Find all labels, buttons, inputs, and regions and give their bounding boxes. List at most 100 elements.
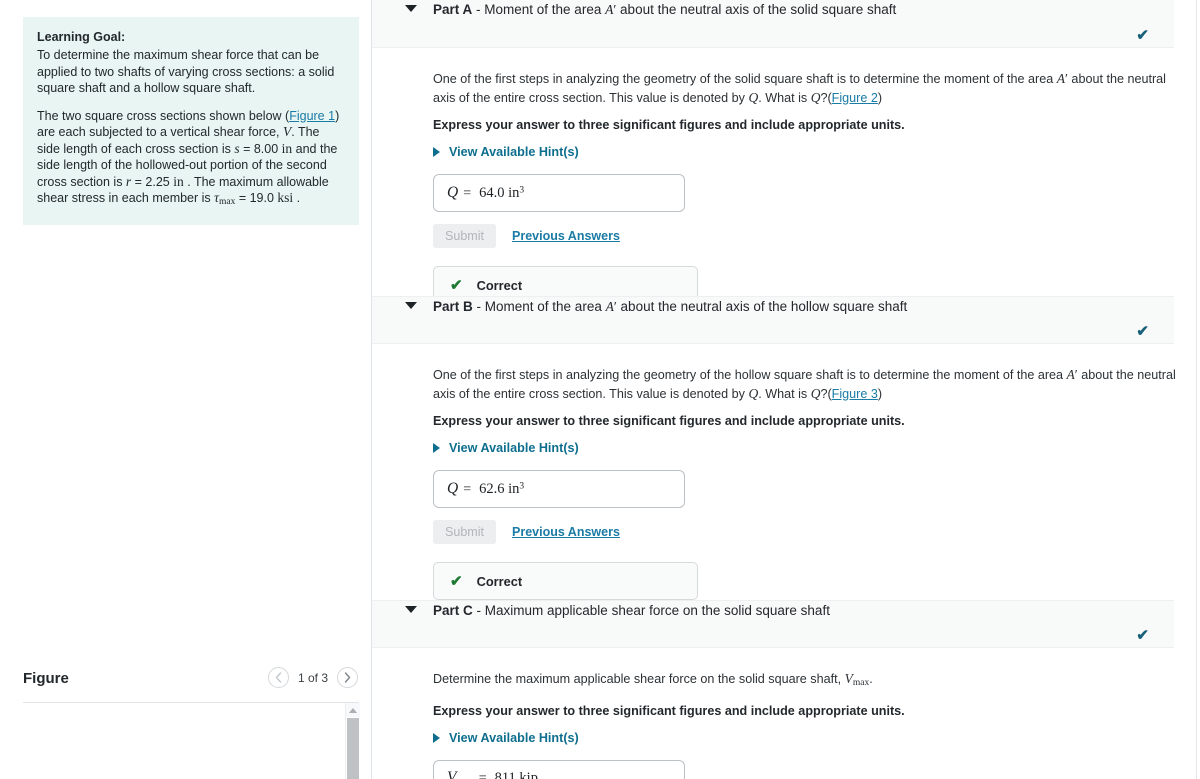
part-a-answer-input[interactable]: Q = 64.0 in3: [433, 174, 685, 212]
goal-symbol-V: V: [282, 124, 292, 139]
part-c-instruction: Express your answer to three significant…: [433, 703, 905, 718]
part-b-header[interactable]: Part B - Moment of the area A′ about the…: [372, 296, 1174, 344]
part-b-title: Part B - Moment of the area A′ about the…: [433, 298, 907, 316]
figure-navigation: 1 of 3: [267, 667, 358, 688]
part-c-body: Determine the maximum applicable shear f…: [372, 648, 1174, 779]
part-b-symbol-A: A: [605, 299, 614, 314]
pa-symbol-Q-1: Q: [748, 89, 759, 105]
part-b-section: Part B - Moment of the area A′ about the…: [372, 296, 1176, 600]
part-b-instruction: Express your answer to three significant…: [433, 414, 905, 428]
goal-p2-text-a: The two square cross sections shown belo…: [37, 108, 290, 123]
part-a-status-check-icon: ✔: [1136, 27, 1149, 44]
pa-q-e: ): [877, 90, 883, 105]
part-a-answer-exponent: 3: [519, 185, 525, 196]
part-c-hint-toggle[interactable]: View Available Hint(s): [433, 731, 579, 745]
caret-down-icon[interactable]: [405, 606, 417, 613]
figure-scrollbar-thumb[interactable]: [347, 718, 359, 779]
part-c-title-text-a: Maximum applicable shear force on the so…: [484, 603, 830, 618]
part-a-submit-button[interactable]: Submit: [433, 224, 496, 248]
part-a-hint-toggle[interactable]: View Available Hint(s): [433, 145, 579, 159]
pa-q-d: ?(: [820, 90, 832, 105]
chevron-left-icon: [275, 672, 282, 683]
part-b-answer-content: Q = 62.6 in3: [447, 480, 524, 498]
figure-scrollbar[interactable]: [345, 703, 360, 779]
part-c-hint-label: View Available Hint(s): [449, 730, 579, 745]
part-a-instruction: Express your answer to three significant…: [433, 118, 905, 132]
learning-goal-title: Learning Goal:: [37, 30, 126, 44]
pb-q-e: ): [877, 386, 883, 401]
problem-page: Learning Goal: To determine the maximum …: [0, 0, 1200, 779]
part-a-answer-equals: =: [463, 186, 472, 201]
part-c-answer-value: 811 kip: [494, 770, 538, 779]
part-c-status-check-icon: ✔: [1136, 627, 1149, 644]
pb-symbol-Q-1: Q: [748, 385, 759, 401]
goal-p2-text-i: .: [293, 191, 301, 205]
figure-next-button[interactable]: [337, 667, 358, 688]
pb-q-d: ?(: [820, 386, 832, 401]
goal-p2-text-h: = 19.0: [235, 191, 278, 205]
part-c-answer-equals: =: [478, 771, 487, 779]
part-b-hint-toggle[interactable]: View Available Hint(s): [433, 441, 579, 455]
part-b-label: Part B: [433, 299, 473, 314]
part-c-answer-content: Vmax=811 kip: [447, 769, 538, 779]
part-b-title-text-b: about the neutral axis of the hollow squ…: [616, 299, 908, 314]
caret-down-icon[interactable]: [405, 302, 417, 309]
part-c-answer-input[interactable]: Vmax=811 kip: [433, 759, 685, 779]
part-a-section: Part A - Moment of the area A′ about the…: [372, 0, 1174, 304]
part-b-title-text-a: Moment of the area: [484, 299, 606, 314]
part-b-body: One of the first steps in analyzing the …: [372, 344, 1176, 600]
learning-goal-paragraph-2: The two square cross sections shown belo…: [37, 108, 345, 211]
part-c-dash: -: [472, 603, 485, 618]
figure-header-bar: Figure 1 of 3: [23, 665, 359, 701]
part-b-hint-label: View Available Hint(s): [449, 441, 579, 455]
left-panel: Learning Goal: To determine the maximum …: [0, 0, 372, 779]
correct-check-icon: ✔: [450, 572, 463, 590]
figure-prev-button[interactable]: [267, 667, 289, 688]
chevron-right-icon: [344, 672, 351, 683]
correct-check-icon: ✔: [450, 276, 463, 294]
pb-symbol-A: A: [1066, 367, 1075, 382]
goal-unit-in-2: in: [173, 173, 184, 189]
pc-q-a: Determine the maximum applicable shear f…: [433, 672, 845, 686]
part-a-hint-label: View Available Hint(s): [449, 145, 579, 159]
part-a-answer-value: 64.0 in: [479, 185, 520, 201]
pa-symbol-Q-2: Q: [810, 89, 821, 105]
pa-symbol-A: A: [1056, 71, 1065, 86]
learning-goal-paragraph-1: To determine the maximum shear force tha…: [37, 48, 335, 95]
pb-q-c: . What is: [758, 386, 811, 401]
part-a-label: Part A: [433, 2, 473, 17]
part-a-previous-answers-link[interactable]: Previous Answers: [512, 229, 620, 243]
part-a-dash: -: [472, 2, 485, 17]
pb-q-a: One of the first steps in analyzing the …: [433, 368, 1067, 382]
caret-down-icon[interactable]: [405, 5, 417, 12]
part-a-question-text: One of the first steps in analyzing the …: [433, 48, 1178, 107]
part-c-section: Part C - Maximum applicable shear force …: [372, 600, 1174, 779]
goal-symbol-tau-subscript: max: [219, 197, 236, 208]
scroll-up-arrow-icon: [349, 707, 357, 713]
part-b-question-text: One of the first steps in analyzing the …: [433, 344, 1178, 403]
pb-symbol-Q-2: Q: [810, 385, 821, 401]
figure-scroll-up-button[interactable]: [346, 703, 360, 717]
pa-q-c: . What is: [758, 90, 811, 105]
part-a-answer-content: Q = 64.0 in3: [447, 184, 524, 202]
part-a-body: One of the first steps in analyzing the …: [372, 48, 1174, 304]
figure-2-link[interactable]: Figure 2: [832, 91, 878, 105]
figure-1-link[interactable]: Figure 1: [289, 109, 335, 123]
part-b-previous-answers-link[interactable]: Previous Answers: [512, 525, 620, 539]
page-scroll-edge: [1196, 0, 1197, 779]
part-b-submit-button[interactable]: Submit: [433, 520, 496, 544]
figure-counter: 1 of 3: [297, 670, 328, 685]
part-a-button-row: Submit Previous Answers: [433, 224, 1174, 248]
figure-3-link[interactable]: Figure 3: [832, 387, 878, 401]
part-c-question-text: Determine the maximum applicable shear f…: [433, 648, 1178, 693]
part-b-button-row: Submit Previous Answers: [433, 520, 1174, 544]
triangle-right-icon: [433, 732, 440, 743]
part-c-header[interactable]: Part C - Maximum applicable shear force …: [372, 600, 1174, 648]
part-b-answer-input[interactable]: Q = 62.6 in3: [433, 470, 685, 508]
part-b-status-check-icon: ✔: [1136, 323, 1149, 340]
pc-q-b: .: [869, 672, 873, 686]
goal-p2-text-f: = 2.25: [131, 174, 174, 189]
part-b-answer-value: 62.6 in: [479, 481, 520, 497]
part-b-correct-banner: ✔ Correct: [433, 562, 698, 600]
part-a-header[interactable]: Part A - Moment of the area A′ about the…: [372, 0, 1174, 48]
